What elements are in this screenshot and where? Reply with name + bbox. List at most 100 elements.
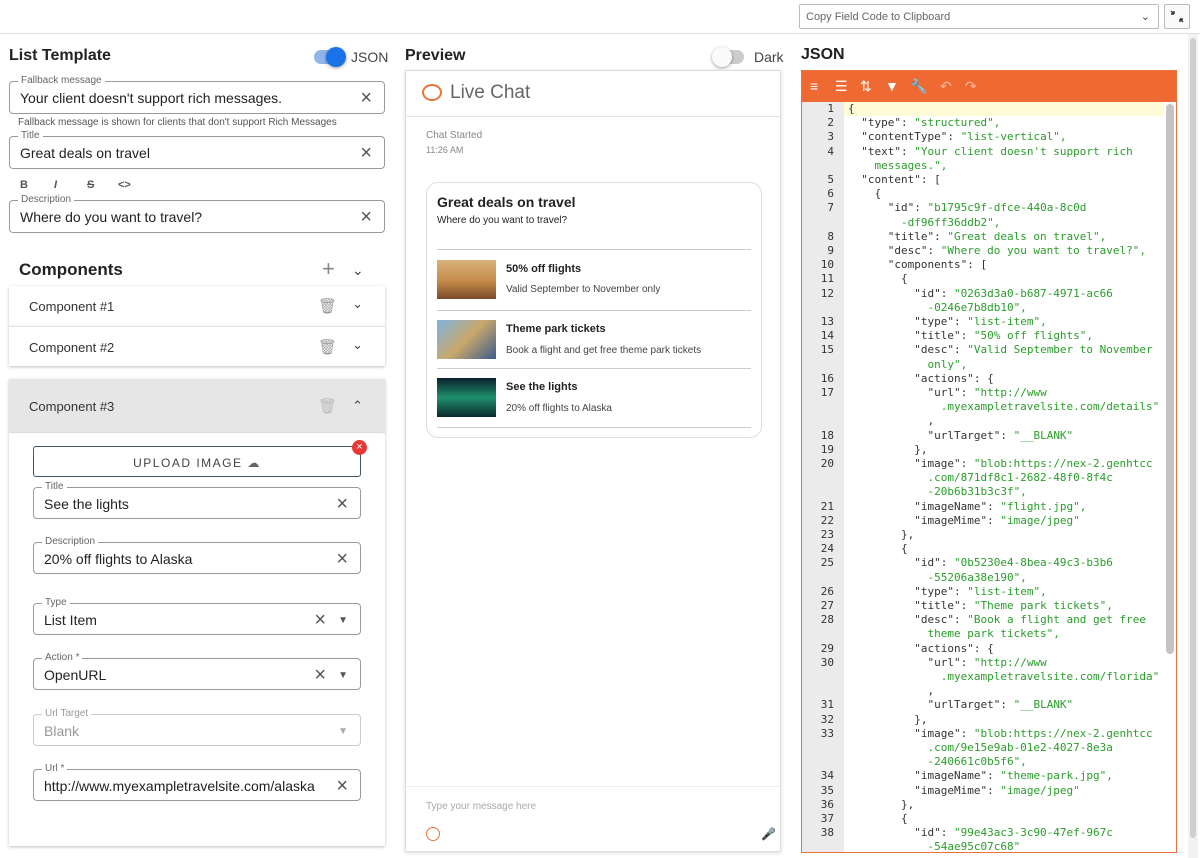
editor-scrollbar[interactable] bbox=[1166, 104, 1174, 654]
component-title-value: See the lights bbox=[44, 496, 129, 512]
type-select[interactable]: Type List Item × ▼ bbox=[33, 597, 361, 635]
filter-icon[interactable]: ▼ bbox=[885, 78, 899, 94]
line-number: 33 bbox=[820, 726, 834, 740]
component-3-row[interactable]: Component #3 🗑 ⌃ bbox=[9, 379, 385, 433]
line-number: 7 bbox=[827, 201, 834, 215]
code-line: { bbox=[848, 272, 908, 286]
code-line: { bbox=[848, 187, 882, 201]
line-number: 8 bbox=[827, 229, 834, 243]
chevron-down-icon[interactable]: ⌄ bbox=[352, 296, 363, 312]
redo-icon[interactable]: ↷ bbox=[965, 78, 977, 94]
aurora-thumbnail bbox=[437, 378, 496, 417]
clear-icon[interactable]: × bbox=[314, 610, 326, 630]
compact-json-icon[interactable]: ☰ bbox=[835, 78, 848, 94]
toggle-knob bbox=[712, 47, 732, 67]
preview-title: Preview bbox=[405, 47, 466, 64]
copy-field-code-select[interactable]: Copy Field Code to Clipboard ⌄ bbox=[799, 4, 1159, 29]
page-scrollbar-thumb[interactable] bbox=[1190, 38, 1196, 838]
shrink-icon bbox=[1170, 10, 1184, 23]
code-button[interactable]: <> bbox=[118, 179, 131, 191]
json-editor[interactable]: ≡ ☰ ⇅ ▼ 🔧 ↶ ↷ 1 {2 "type": "structured", 3… bbox=[801, 70, 1177, 853]
add-component-icon[interactable]: + bbox=[322, 256, 335, 282]
url-label: Url * bbox=[42, 763, 68, 775]
code-line: "imageMime": "image/jpeg" bbox=[848, 783, 1080, 797]
wrench-icon[interactable]: 🔧 bbox=[910, 78, 927, 94]
card-description: Where do you want to travel? bbox=[437, 215, 568, 226]
item-title[interactable]: Theme park tickets bbox=[506, 323, 606, 335]
clear-icon[interactable]: × bbox=[336, 494, 348, 514]
item-title[interactable]: See the lights bbox=[506, 381, 578, 393]
clear-icon[interactable]: × bbox=[360, 207, 372, 227]
page-scrollbar[interactable] bbox=[1188, 34, 1198, 858]
line-number: 28 bbox=[820, 613, 834, 627]
caret-down-icon[interactable]: ▼ bbox=[338, 726, 348, 737]
fallback-message-field[interactable]: Fallback message Your client doesn't sup… bbox=[9, 75, 385, 114]
line-number: 20 bbox=[820, 457, 834, 470]
code-line: "url": "http://www bbox=[848, 655, 1047, 669]
clear-icon[interactable]: × bbox=[336, 776, 348, 796]
component-2-row[interactable]: Component #2 🗑 ⌄ bbox=[9, 326, 385, 366]
message-input[interactable]: Type your message here bbox=[426, 801, 536, 812]
caret-down-icon[interactable]: ▼ bbox=[338, 615, 348, 626]
code-line: }, bbox=[848, 442, 928, 456]
code-line: -240661c0b5f6", bbox=[848, 755, 1027, 769]
line-number: 37 bbox=[820, 812, 834, 825]
clear-icon[interactable]: × bbox=[314, 665, 326, 685]
undo-icon[interactable]: ↶ bbox=[940, 78, 952, 94]
upload-image-button[interactable]: UPLOAD IMAGE ☁ bbox=[33, 446, 361, 477]
code-line: , bbox=[848, 414, 935, 428]
component-title-field[interactable]: Title See the lights × bbox=[33, 481, 361, 519]
chevron-up-icon[interactable]: ⌃ bbox=[352, 398, 363, 414]
clear-icon[interactable]: × bbox=[360, 88, 372, 108]
chevron-down-icon[interactable]: ⌄ bbox=[352, 337, 363, 353]
sort-icon[interactable]: ⇅ bbox=[860, 78, 872, 94]
code-line: "id": "99e43ac3-3c90-47ef-967c bbox=[848, 826, 1113, 840]
trash-icon[interactable]: 🗑 bbox=[318, 338, 337, 356]
item-title[interactable]: 50% off flights bbox=[506, 263, 581, 275]
mic-icon[interactable]: 🎤 bbox=[761, 827, 776, 841]
json-toggle[interactable] bbox=[314, 47, 346, 67]
code-line: { bbox=[848, 102, 855, 115]
line-number: 22 bbox=[820, 513, 834, 527]
chevron-down-icon[interactable]: ⌄ bbox=[352, 262, 364, 279]
emoji-icon[interactable] bbox=[426, 827, 440, 841]
component-1-row[interactable]: Component #1 🗑 ⌄ bbox=[9, 286, 385, 326]
code-line: "id": "b1795c9f-dfce-440a-8c0d bbox=[848, 201, 1087, 215]
page-title: List Template bbox=[9, 47, 111, 64]
upload-label: UPLOAD IMAGE bbox=[133, 456, 243, 470]
trash-icon[interactable]: 🗑 bbox=[318, 397, 337, 415]
type-value: List Item bbox=[44, 612, 97, 628]
italic-button[interactable]: I bbox=[54, 179, 57, 191]
code-line: { bbox=[848, 542, 908, 556]
component-description-field[interactable]: Description 20% off flights to Alaska × bbox=[33, 536, 361, 574]
strikethrough-button[interactable]: S bbox=[87, 179, 94, 191]
dark-toggle[interactable] bbox=[712, 47, 744, 67]
format-json-icon[interactable]: ≡ bbox=[810, 78, 818, 94]
description-label: Description bbox=[18, 194, 75, 206]
code-line: "content": [ bbox=[848, 173, 941, 186]
line-number: 38 bbox=[820, 826, 834, 840]
description-field[interactable]: Description Where do you want to travel?… bbox=[9, 194, 385, 233]
item-description: Valid September to November only bbox=[506, 284, 661, 295]
item-description: Book a flight and get free theme park ti… bbox=[506, 345, 702, 356]
title-field[interactable]: Title Great deals on travel × bbox=[9, 130, 385, 169]
bold-button[interactable]: B bbox=[20, 179, 28, 191]
caret-down-icon[interactable]: ▼ bbox=[338, 670, 348, 681]
clear-icon[interactable]: × bbox=[336, 549, 348, 569]
code-line: "type": "structured", bbox=[848, 116, 1001, 130]
item-description: 20% off flights to Alaska bbox=[506, 403, 612, 414]
title-value: Great deals on travel bbox=[20, 145, 150, 161]
url-target-select[interactable]: Url Target Blank ▼ bbox=[33, 708, 361, 746]
remove-image-icon[interactable]: × bbox=[352, 440, 367, 455]
line-number: 2 bbox=[827, 116, 834, 130]
trash-icon[interactable]: 🗑 bbox=[318, 297, 337, 315]
url-field[interactable]: Url * http://www.myexampletravelsite.com… bbox=[33, 763, 361, 801]
clear-icon[interactable]: × bbox=[360, 143, 372, 163]
code-line: "contentType": "list-vertical", bbox=[848, 130, 1067, 144]
collapse-button[interactable] bbox=[1164, 4, 1190, 29]
action-select[interactable]: Action * OpenURL × ▼ bbox=[33, 652, 361, 690]
url-value: http://www.myexampletravelsite.com/alask… bbox=[44, 778, 315, 794]
code-line: .com/871df8c1-2682-48f0-8f4c bbox=[848, 471, 1113, 485]
code-line: "title": "Theme park tickets", bbox=[848, 599, 1113, 612]
theme-park-thumbnail bbox=[437, 320, 496, 359]
